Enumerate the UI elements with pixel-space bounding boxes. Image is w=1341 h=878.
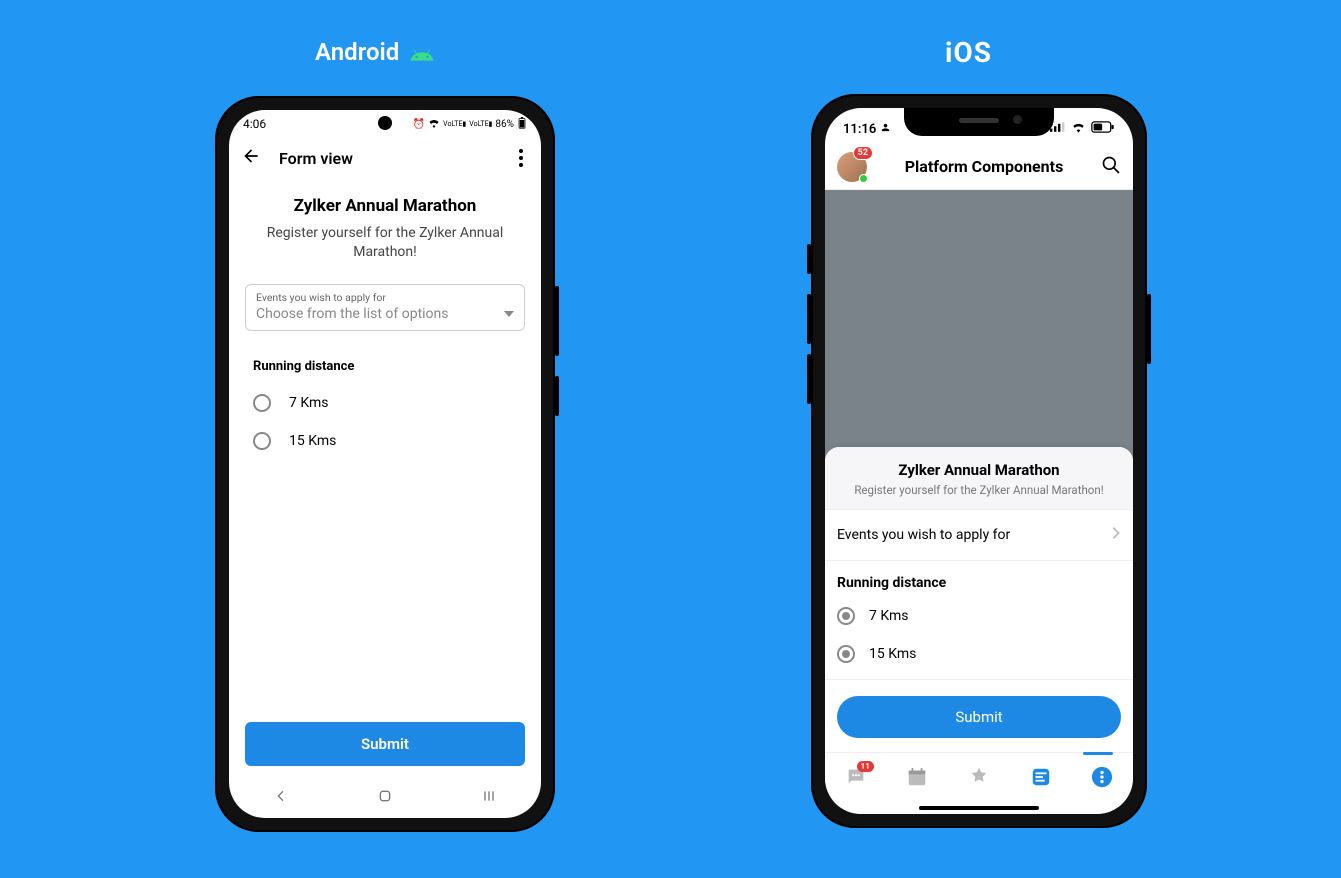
form-subheading: Register yourself for the Zylker Annual … — [245, 224, 525, 262]
tab-calendar[interactable] — [906, 766, 928, 792]
tab-channels[interactable] — [968, 766, 990, 792]
volume-down-button — [807, 354, 811, 404]
events-dropdown[interactable]: Events you wish to apply for Choose from… — [245, 284, 525, 331]
header-bar: 52 Platform Components — [825, 144, 1133, 190]
volume-up-button — [807, 294, 811, 344]
battery-text: 86% — [495, 119, 514, 130]
person-icon — [880, 122, 891, 137]
app-bar: Form view — [229, 138, 541, 178]
radio-label: 7 Kms — [869, 608, 908, 624]
submit-button[interactable]: Submit — [837, 696, 1121, 738]
dropdown-caret-icon — [504, 311, 514, 317]
ios-device: 11:16 52 Platfo — [811, 94, 1147, 828]
ios-label-text: iOS — [945, 36, 992, 69]
radio-label: 15 Kms — [289, 433, 336, 449]
radio-label: 7 Kms — [289, 395, 328, 411]
radio-option-15km[interactable]: 15 Kms — [825, 635, 1133, 673]
power-button — [1147, 294, 1151, 364]
form-subheading: Register yourself for the Zylker Annual … — [835, 483, 1123, 497]
battery-icon — [1091, 121, 1115, 137]
status-bar: 4:06 ⏰ VoLTE▮ VoLTE▮ 86% — [229, 110, 541, 138]
radio-icon — [253, 394, 271, 412]
android-icon — [409, 41, 435, 63]
events-placeholder: Choose from the list of options — [256, 306, 449, 322]
wifi-icon — [428, 118, 440, 131]
tab-indicator — [1083, 752, 1113, 755]
radio-option-7km[interactable]: 7 Kms — [825, 597, 1133, 635]
wifi-icon — [1071, 121, 1086, 137]
header-title: Platform Components — [877, 157, 1091, 176]
radio-icon — [253, 432, 271, 450]
submit-label: Submit — [955, 708, 1002, 726]
tab-more[interactable] — [1091, 766, 1113, 792]
notification-badge: 52 — [853, 146, 873, 160]
punch-hole-camera — [378, 116, 392, 130]
chat-badge: 11 — [857, 761, 874, 772]
form-heading: Zylker Annual Marathon — [835, 461, 1123, 479]
android-label-text: Android — [315, 38, 399, 66]
signal-icon-2: VoLTE▮ — [469, 120, 492, 128]
platform-label-ios: iOS — [945, 36, 992, 69]
status-indicators: ⏰ VoLTE▮ VoLTE▮ 86% — [413, 117, 527, 132]
running-distance-label: Running distance — [245, 359, 525, 374]
home-indicator[interactable] — [919, 806, 1039, 810]
nav-back-button[interactable] — [255, 780, 307, 816]
alarm-icon: ⏰ — [413, 119, 425, 130]
android-device: 4:06 ⏰ VoLTE▮ VoLTE▮ 86% Form view — [215, 96, 555, 832]
form-heading: Zylker Annual Marathon — [245, 196, 525, 216]
nav-recents-button[interactable] — [463, 780, 515, 816]
status-time: 11:16 — [843, 122, 876, 137]
android-nav-bar — [229, 778, 541, 818]
search-button[interactable] — [1101, 155, 1121, 179]
power-button — [555, 376, 559, 416]
notch — [904, 108, 1054, 136]
tab-chats[interactable]: 11 — [845, 766, 867, 792]
status-time: 4:06 — [243, 117, 266, 131]
avatar-button[interactable]: 52 — [837, 152, 867, 182]
radio-option-15km[interactable]: 15 Kms — [245, 432, 525, 450]
events-label: Events you wish to apply for — [837, 527, 1010, 543]
form-content: Zylker Annual Marathon Register yourself… — [229, 178, 541, 722]
events-picker-row[interactable]: Events you wish to apply for — [825, 510, 1133, 561]
nav-home-button[interactable] — [359, 780, 411, 816]
tab-widgets[interactable] — [1030, 766, 1052, 792]
presence-dot-icon — [859, 174, 868, 183]
back-button[interactable] — [241, 146, 261, 170]
more-options-button[interactable] — [513, 143, 529, 173]
running-distance-label: Running distance — [825, 561, 1133, 597]
android-screen: 4:06 ⏰ VoLTE▮ VoLTE▮ 86% Form view — [229, 110, 541, 818]
submit-label: Submit — [361, 735, 409, 753]
screen-body: Zylker Annual Marathon Register yourself… — [825, 190, 1133, 814]
radio-label: 15 Kms — [869, 646, 916, 662]
radio-option-7km[interactable]: 7 Kms — [245, 394, 525, 412]
radio-icon — [837, 607, 855, 625]
volume-button — [555, 286, 559, 356]
mute-switch — [807, 244, 811, 274]
battery-icon — [517, 117, 527, 132]
chevron-right-icon — [1111, 526, 1121, 544]
ios-screen: 11:16 52 Platfo — [825, 108, 1133, 814]
form-sheet: Zylker Annual Marathon Register yourself… — [825, 447, 1133, 752]
radio-icon — [837, 645, 855, 663]
appbar-title: Form view — [279, 149, 353, 168]
submit-button[interactable]: Submit — [245, 722, 525, 766]
platform-label-android: Android — [315, 38, 435, 66]
signal-icon-1: VoLTE▮ — [443, 120, 466, 128]
events-field-label: Events you wish to apply for — [256, 291, 514, 304]
tab-bar: 11 — [825, 752, 1133, 814]
sheet-header: Zylker Annual Marathon Register yourself… — [825, 447, 1133, 510]
